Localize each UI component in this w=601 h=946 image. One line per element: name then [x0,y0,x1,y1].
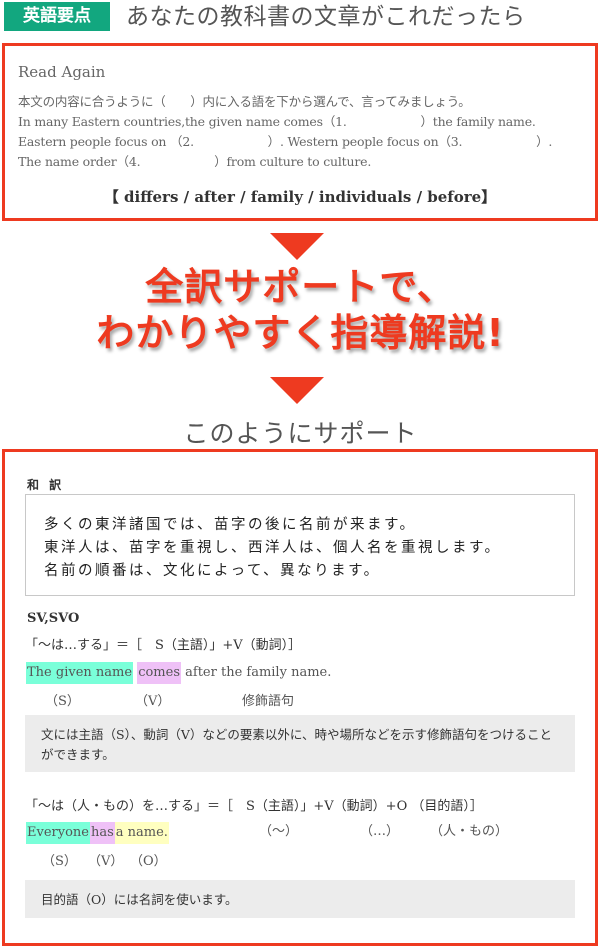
down-arrow-icon [270,377,324,404]
translation-box: 多くの東洋諸国では、苗字の後に名前が来ます。 東洋人は、苗字を重視し、西洋人は、… [25,494,575,596]
down-arrow-icon [270,233,324,260]
tag-verb: （V） [88,854,124,869]
page-header: 英語要点 あなたの教科書の文章がこれだったら [0,0,601,34]
read-again-line-1: In many Eastern countries,the given name… [18,114,536,129]
translation-line: 多くの東洋諸国では、苗字の後に名前が来ます。 [44,517,417,533]
translation-label: 和 訳 [27,478,65,492]
sv-formula: 「～は…する」＝［ S（主語）」+V（動詞）］ [25,638,302,653]
subject-highlight: The given name [26,662,134,684]
gloss-object: （人・もの） [430,824,509,839]
translation-line: 名前の順番は、文化によって、異なります。 [44,563,381,579]
tag-object: （O） [130,854,167,869]
gloss-verb: （…） [360,824,400,839]
read-again-line-3: The name order（4. ）from culture to cultu… [18,154,372,169]
read-again-instruction: 本文の内容に合うように（ ）内に入る語を下から選んで、言ってみましょう。 [18,94,471,109]
translation-line: 東洋人は、苗字を重視し、西洋人は、個人名を重視します。 [44,540,502,556]
object-highlight: a name. [114,822,169,844]
support-title: このようにサポート [183,419,418,448]
sv-example-sentence: The given name comes after the family na… [26,662,331,684]
modifier-text: after the family name. [185,665,332,680]
promo-line-2: わかりやすく指導解説! [96,311,505,355]
tag-subject: （S） [45,694,80,709]
svo-formula: 「～は（人・もの）を…する」＝［ S（主語）」+V（動詞）+O （目的語）］ [25,799,483,814]
promo-line-1: 全訳サポートで、 [145,265,456,309]
tag-subject: （S） [42,854,77,869]
tag-verb: （V） [135,694,171,709]
sv-note: 文には主語（S）、動詞（V）などの要素以外に、時や場所などを示す修飾語句をつける… [25,715,575,772]
tag-modifier: 修飾語句 [242,694,295,709]
verb-highlight: comes [137,662,181,684]
svo-example-sentence: Everyone has a name. [26,822,169,844]
sv-heading: SV,SVO [27,611,80,626]
read-again-box: Read Again 本文の内容に合うように（ ）内に入る語を下から選んで、言っ… [2,43,598,221]
subject-highlight: Everyone [26,822,90,844]
read-again-title: Read Again [18,63,106,81]
category-badge: 英語要点 [4,2,110,31]
page-title: あなたの教科書の文章がこれだったら [126,4,526,30]
word-choices: 【 differs / after / family / individuals… [103,188,497,206]
verb-highlight: has [89,822,115,844]
read-again-line-2: Eastern people focus on （2. ）. Western p… [18,134,553,149]
support-box: 和 訳 多くの東洋諸国では、苗字の後に名前が来ます。 東洋人は、苗字を重視し、西… [2,449,598,946]
gloss-subject: （～） [259,824,299,839]
svo-note: 目的語（O）には名詞を使います。 [25,880,575,918]
